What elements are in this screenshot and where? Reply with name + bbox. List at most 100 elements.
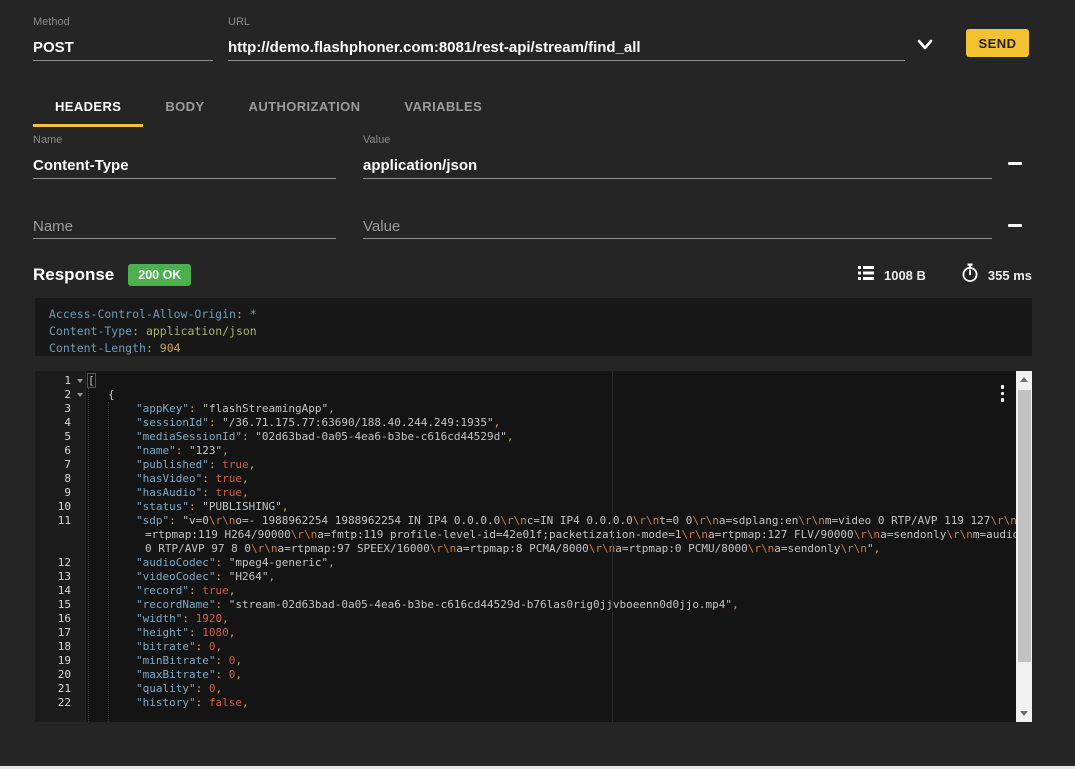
code-token: , xyxy=(235,654,242,667)
code-line: 21"quality": 0, xyxy=(35,682,1016,696)
code-token: a=rtpmap:8 PCMA/8000 xyxy=(456,542,588,555)
code-line: 3"appKey": "flashStreamingApp", xyxy=(35,402,1016,416)
code-line-content: "name": "123", xyxy=(85,444,1016,458)
code-line: 1[ xyxy=(35,374,1016,388)
code-line-content: "status": "PUBLISHING", xyxy=(85,500,1016,514)
code-line: 18"bitrate": 0, xyxy=(35,640,1016,654)
code-token: \r\n xyxy=(840,542,867,555)
code-token: "/36.71.175.77:63690/188.40.244.249:1935… xyxy=(222,416,494,429)
code-line: 17"height": 1080, xyxy=(35,626,1016,640)
line-number: 16 xyxy=(35,612,85,626)
tab-body[interactable]: BODY xyxy=(143,90,226,127)
code-token: , xyxy=(215,640,222,653)
code-token: "minBitrate" xyxy=(136,654,215,667)
tab-headers[interactable]: HEADERS xyxy=(33,90,143,127)
send-button[interactable]: SEND xyxy=(966,29,1029,57)
code-token: : xyxy=(209,416,222,429)
code-token: : xyxy=(209,458,222,471)
code-line: 13"videoCodec": "H264", xyxy=(35,570,1016,584)
editor-menu-button[interactable] xyxy=(1001,385,1005,405)
fold-arrow-icon[interactable] xyxy=(77,393,83,397)
remove-header-button[interactable] xyxy=(1004,217,1026,233)
response-body-editor[interactable]: 1[2{3"appKey": "flashStreamingApp",4"ses… xyxy=(35,371,1032,722)
code-line: 6"name": "123", xyxy=(35,444,1016,458)
method-input[interactable]: POST xyxy=(33,38,213,61)
code-token: "recordName" xyxy=(136,598,215,611)
code-token: "appKey" xyxy=(136,402,189,415)
remove-header-button[interactable] xyxy=(1004,155,1026,171)
scroll-up-arrow-icon[interactable] xyxy=(1020,377,1028,382)
line-number: 15 xyxy=(35,598,85,612)
code-token: "02d63bad-0a05-4ea6-b3be-c616cd44529d" xyxy=(255,430,507,443)
line-number: 22 xyxy=(35,696,85,710)
response-header-colon: : xyxy=(132,324,146,338)
method-label: Method xyxy=(33,16,213,29)
code-token: "height" xyxy=(136,626,189,639)
response-header-line: Access-Control-Allow-Origin: * xyxy=(49,306,1032,323)
code-line-content: "height": 1080, xyxy=(85,626,1016,640)
line-number: 1 xyxy=(35,374,85,388)
code-token: , xyxy=(874,542,881,555)
code-token: \r\n xyxy=(990,514,1016,527)
header-name-input[interactable]: Content-Type xyxy=(33,156,336,179)
code-line: 11"sdp": "v=0\r\no=- 1988962254 19889622… xyxy=(35,514,1016,556)
code-token: "name" xyxy=(136,444,176,457)
code-line: 16"width": 1920, xyxy=(35,612,1016,626)
code-line-content: "appKey": "flashStreamingApp", xyxy=(85,402,1016,416)
code-token: "v=0 xyxy=(182,514,209,527)
code-token: : xyxy=(182,612,195,625)
code-token: , xyxy=(282,500,289,513)
code-token: , xyxy=(229,584,236,597)
code-token: "bitrate" xyxy=(136,640,196,653)
code-token: true xyxy=(202,584,229,597)
code-line-content: "quality": 0, xyxy=(85,682,1016,696)
code-token: , xyxy=(235,668,242,681)
value-label: Value xyxy=(363,134,992,147)
code-token: : xyxy=(196,696,209,709)
code-token: [ xyxy=(88,374,95,387)
code-token: c=IN IP4 0.0.0.0 xyxy=(527,514,633,527)
code-token: a=fmtp:119 profile-level-id=42e01f;packe… xyxy=(317,528,681,541)
code-token: : xyxy=(189,500,202,513)
code-token: "width" xyxy=(136,612,182,625)
code-line-content: "recordName": "stream-02d63bad-0a05-4ea6… xyxy=(85,598,1016,612)
code-token: : xyxy=(202,486,215,499)
code-token: "quality" xyxy=(136,682,196,695)
header-name-input-empty[interactable]: Name xyxy=(33,218,336,239)
url-input[interactable]: http://demo.flashphoner.com:8081/rest-ap… xyxy=(228,38,905,61)
scroll-down-arrow-icon[interactable] xyxy=(1020,711,1028,716)
code-token: \r\n xyxy=(209,514,236,527)
code-line: 20"maxBitrate": 0, xyxy=(35,668,1016,682)
code-token: , xyxy=(242,472,249,485)
editor-scrollbar[interactable] xyxy=(1016,371,1032,722)
response-size: 1008 B xyxy=(884,268,926,283)
code-token: : xyxy=(189,626,202,639)
code-token: \r\n xyxy=(692,514,719,527)
code-token: : xyxy=(215,570,228,583)
header-row-1: Name Content-Type Value application/json xyxy=(33,134,1032,180)
scrollbar-thumb[interactable] xyxy=(1018,390,1031,662)
url-field[interactable]: URL http://demo.flashphoner.com:8081/res… xyxy=(228,16,905,61)
chevron-down-icon[interactable] xyxy=(913,34,937,54)
method-field[interactable]: Method POST xyxy=(33,16,213,61)
name-label: Name xyxy=(33,134,336,147)
code-token: a=sdplang:en xyxy=(719,514,798,527)
code-token: "PUBLISHING" xyxy=(202,500,281,513)
response-header-colon: : xyxy=(146,341,160,355)
code-token: true xyxy=(215,486,242,499)
code-token: : xyxy=(176,444,189,457)
line-number: 8 xyxy=(35,472,85,486)
code-token: "published" xyxy=(136,458,209,471)
code-token: : xyxy=(215,654,228,667)
header-value-input[interactable]: application/json xyxy=(363,156,992,179)
minus-icon xyxy=(1008,224,1022,227)
code-token: , xyxy=(268,570,275,583)
code-token: : xyxy=(215,598,228,611)
header-value-input-empty[interactable]: Value xyxy=(363,218,992,239)
tab-authorization[interactable]: AUTHORIZATION xyxy=(227,90,383,127)
tab-variables[interactable]: VARIABLES xyxy=(382,90,504,127)
fold-arrow-icon[interactable] xyxy=(77,379,83,383)
code-token: , xyxy=(328,402,335,415)
line-number: 11 xyxy=(35,514,85,556)
response-header-line: Content-Type: application/json xyxy=(49,323,1032,340)
